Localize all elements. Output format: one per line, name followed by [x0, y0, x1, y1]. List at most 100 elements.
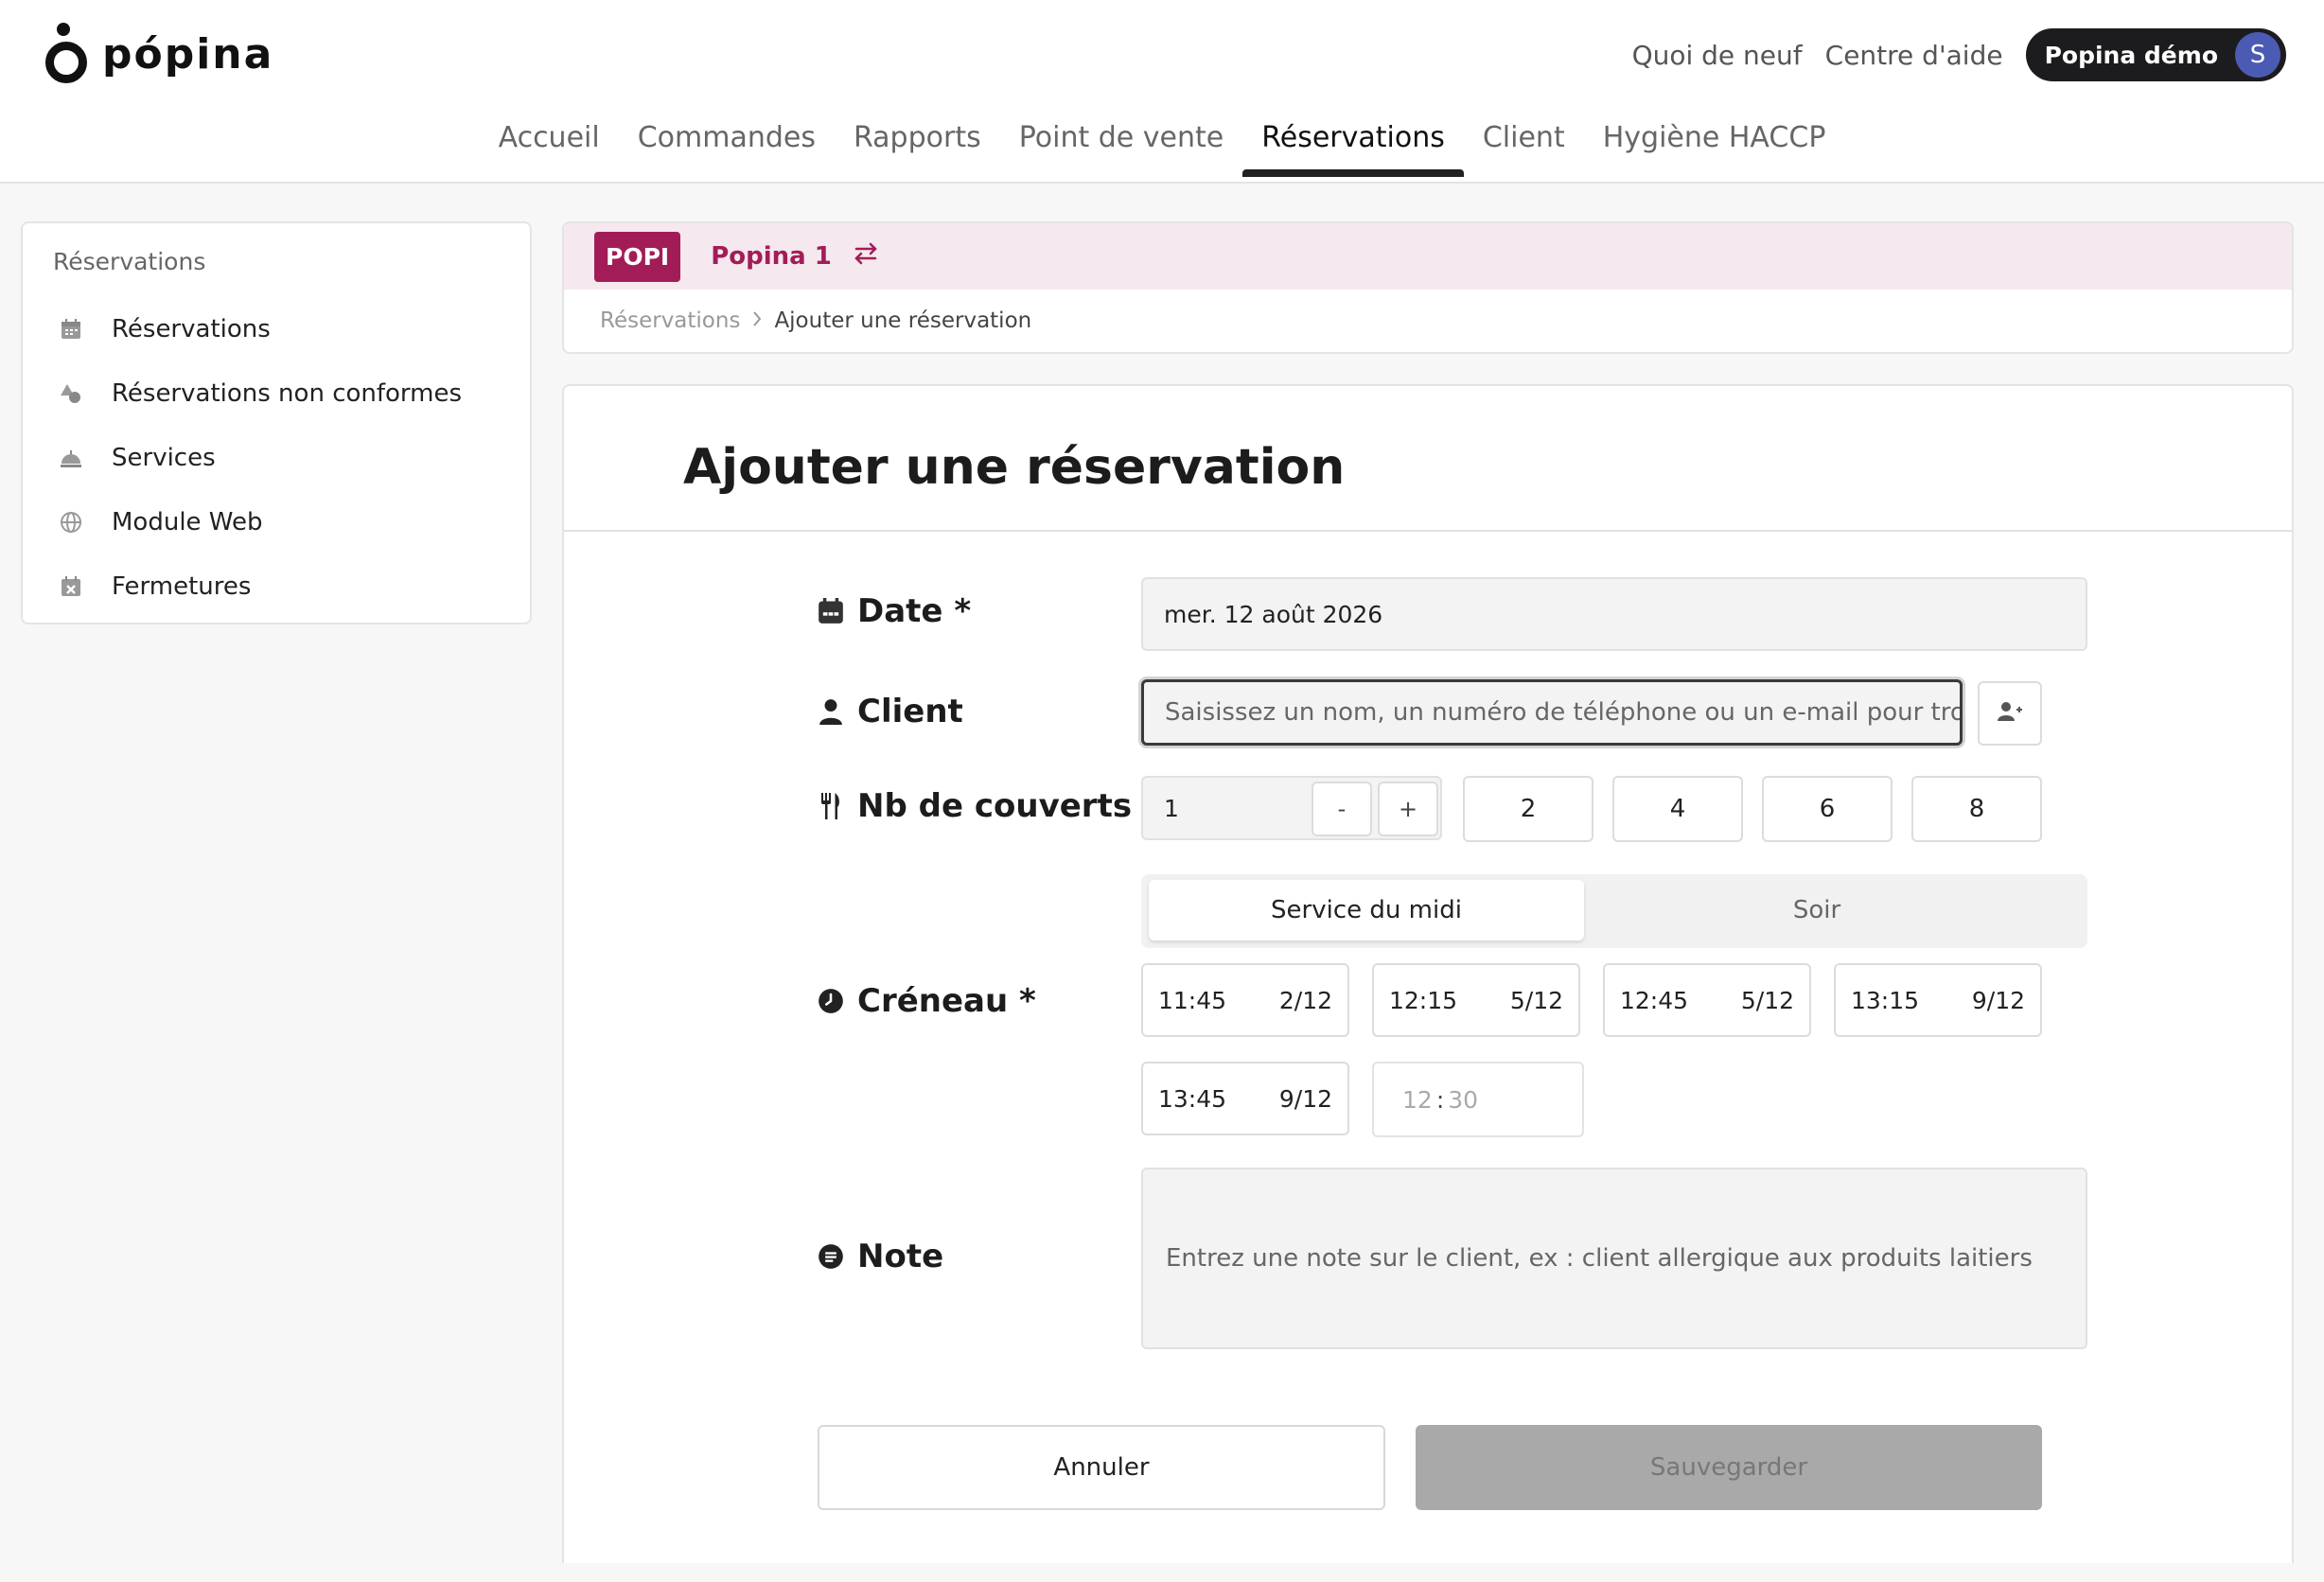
save-button[interactable]: Sauvegarder [1416, 1425, 2042, 1510]
logo-wordmark: pópina [102, 29, 274, 79]
client-label-text: Client [857, 693, 963, 730]
venue-header: POPI Popina 1 Réservations Ajouter une r… [562, 221, 2294, 354]
slot-time: 11:45 [1158, 986, 1227, 1014]
increment-button[interactable]: + [1378, 782, 1438, 836]
nav-accueil[interactable]: Accueil [480, 117, 619, 175]
shapes-icon [59, 381, 83, 406]
sidebar-item-services[interactable]: Services [59, 439, 216, 477]
breadcrumb-reservations-link[interactable]: Réservations [600, 308, 740, 333]
chevron-right-icon [751, 308, 763, 333]
slot-button[interactable]: 11:45 2/12 [1141, 963, 1349, 1037]
couverts-2-button[interactable]: 2 [1463, 776, 1593, 842]
date-label-text: Date * [857, 592, 972, 630]
date-field[interactable]: mer. 12 août 2026 [1141, 577, 2087, 651]
sidebar-item-label: Fermetures [112, 572, 252, 601]
slot-occupancy: 9/12 [1278, 1084, 1332, 1113]
couverts-stepper: 1 - + [1141, 776, 1442, 840]
venue-bar: POPI Popina 1 [564, 223, 2292, 290]
logo-icon [44, 23, 89, 85]
sidebar-item-label: Réservations non conformes [112, 379, 463, 408]
service-bell-icon [59, 446, 83, 470]
account-name: Popina démo [2044, 41, 2218, 69]
slot-time: 13:15 [1851, 986, 1920, 1014]
add-client-button[interactable] [1978, 681, 2042, 746]
sidebar-item-fermetures[interactable]: Fermetures [59, 568, 251, 606]
couverts-8-button[interactable]: 8 [1911, 776, 2042, 842]
venue-badge: POPI [594, 231, 681, 282]
account-menu-button[interactable]: Popina démo S [2025, 28, 2286, 81]
reservation-form: Ajouter une réservation Date * mer. 12 a… [562, 384, 2294, 1563]
sidebar-title: Réservations [53, 248, 206, 275]
tab-soir[interactable]: Soir [1599, 880, 2034, 940]
cutlery-icon [818, 793, 844, 819]
couverts-value[interactable]: 1 [1164, 795, 1179, 822]
sidebar-item-label: Réservations [112, 315, 271, 343]
whats-new-link[interactable]: Quoi de neuf [1632, 40, 1803, 71]
custom-time-separator: : [1435, 1085, 1445, 1114]
couverts-label: Nb de couverts * [818, 787, 1160, 825]
client-label: Client [818, 693, 963, 730]
slot-button[interactable]: 12:45 5/12 [1603, 963, 1811, 1037]
avatar: S [2235, 32, 2280, 78]
sidebar-item-label: Module Web [112, 508, 263, 536]
nav-hygiene-haccp[interactable]: Hygiène HACCP [1584, 117, 1845, 175]
top-links: Quoi de neuf Centre d'aide Popina démo S [1632, 28, 2286, 81]
nav-client[interactable]: Client [1464, 117, 1584, 175]
globe-icon [59, 510, 83, 535]
calendar-x-icon [59, 574, 83, 599]
slot-time: 13:45 [1158, 1084, 1227, 1113]
switch-arrows-icon [853, 242, 879, 272]
custom-time-input[interactable]: 12 : 30 [1372, 1062, 1584, 1137]
clock-icon [818, 988, 844, 1014]
venue-switcher[interactable]: Popina 1 [711, 242, 879, 272]
creneau-label-text: Créneau * [857, 982, 1036, 1020]
nav-point-de-vente[interactable]: Point de vente [1000, 117, 1243, 175]
slot-occupancy: 5/12 [1509, 986, 1563, 1014]
service-tabs: Service du midi Soir [1141, 874, 2087, 948]
slot-occupancy: 9/12 [1971, 986, 2025, 1014]
note-label-text: Note [857, 1238, 944, 1275]
app-header: pópina Quoi de neuf Centre d'aide Popina… [0, 0, 2324, 184]
breadcrumb-current: Ajouter une réservation [774, 308, 1032, 333]
custom-time-hours[interactable]: 12 [1402, 1086, 1433, 1114]
cancel-button[interactable]: Annuler [818, 1425, 1385, 1510]
popina-logo[interactable]: pópina [44, 23, 273, 85]
slot-button[interactable]: 13:45 9/12 [1141, 1062, 1349, 1135]
sidebar: Réservations Réservations Réservations n… [21, 221, 532, 624]
slot-button[interactable]: 12:15 5/12 [1372, 963, 1580, 1037]
couverts-label-text: Nb de couverts * [857, 787, 1160, 825]
nav-reservations[interactable]: Réservations [1242, 117, 1464, 177]
decrement-button[interactable]: - [1312, 782, 1372, 836]
calendar-icon [818, 598, 844, 624]
tab-service-du-midi[interactable]: Service du midi [1149, 880, 1584, 940]
slot-occupancy: 2/12 [1278, 986, 1332, 1014]
note-textarea[interactable]: Entrez une note sur le client, ex : clie… [1141, 1168, 2087, 1349]
nav-rapports[interactable]: Rapports [835, 117, 1000, 175]
couverts-6-button[interactable]: 6 [1762, 776, 1893, 842]
custom-time-minutes[interactable]: 30 [1448, 1086, 1478, 1114]
sidebar-item-module-web[interactable]: Module Web [59, 503, 263, 541]
sidebar-item-reservations-non-conformes[interactable]: Réservations non conformes [59, 375, 462, 413]
page-title: Ajouter une réservation [683, 439, 1346, 496]
note-icon [818, 1243, 844, 1270]
help-center-link[interactable]: Centre d'aide [1825, 40, 2003, 71]
user-icon [818, 698, 844, 725]
breadcrumb: Réservations Ajouter une réservation [564, 290, 2292, 333]
note-label: Note [818, 1238, 943, 1275]
date-label: Date * [818, 592, 971, 630]
couverts-4-button[interactable]: 4 [1612, 776, 1743, 842]
main-nav: Accueil Commandes Rapports Point de vent… [0, 117, 2324, 177]
venue-name: Popina 1 [711, 242, 832, 271]
slot-occupancy: 5/12 [1740, 986, 1794, 1014]
sidebar-item-reservations[interactable]: Réservations [59, 310, 271, 348]
slot-button[interactable]: 13:15 9/12 [1834, 963, 2042, 1037]
calendar-icon [59, 317, 83, 342]
nav-commandes[interactable]: Commandes [619, 117, 835, 175]
divider [564, 530, 2292, 532]
creneau-label: Créneau * [818, 982, 1036, 1020]
slot-time: 12:15 [1389, 986, 1458, 1014]
client-search-input[interactable]: Saisissez un nom, un numéro de téléphone… [1141, 679, 1963, 746]
sidebar-item-label: Services [112, 444, 216, 472]
slot-time: 12:45 [1620, 986, 1689, 1014]
user-plus-icon [1997, 700, 2023, 727]
